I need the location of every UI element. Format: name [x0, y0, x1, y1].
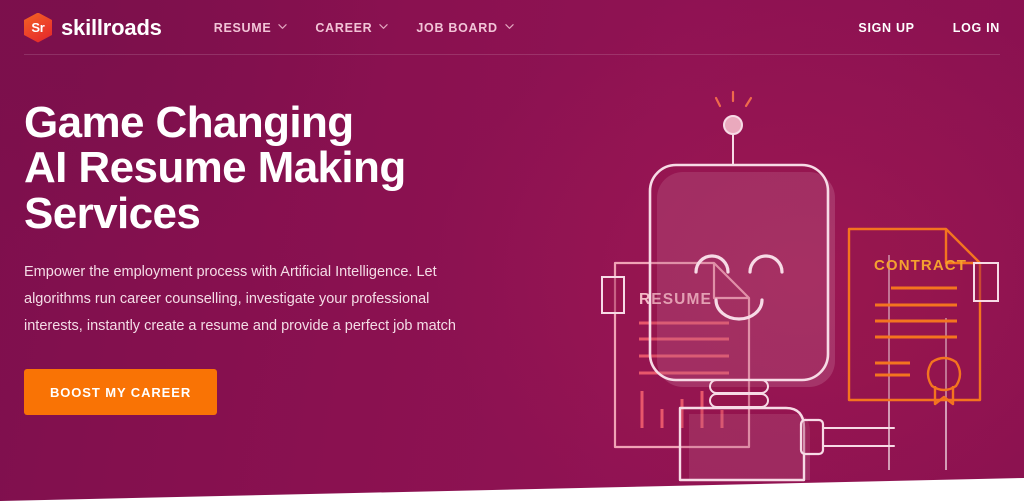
nav-item-resume[interactable]: RESUME [214, 21, 288, 35]
hexagon-logo-icon: Sr [24, 12, 52, 43]
chevron-down-icon [278, 22, 288, 31]
site-header: Sr skillroads RESUME CAREER JOB BOARD SI… [0, 0, 1024, 55]
chevron-down-icon [505, 22, 514, 31]
nav-item-label: RESUME [213, 20, 272, 35]
header-actions: SIGN UP LOG IN [858, 21, 1000, 35]
contract-document-icon: CONTRACT [847, 227, 999, 406]
sign-up-link[interactable]: SIGN UP [858, 21, 914, 35]
chevron-down-icon [379, 22, 389, 31]
boost-my-career-button[interactable]: BOOST MY CAREER [24, 369, 218, 416]
bottom-white-wedge [0, 455, 1024, 501]
nav-item-label: JOB BOARD [416, 20, 498, 35]
nav-item-label: CAREER [315, 20, 373, 35]
page-title: Game Changing AI Resume Making Services [24, 98, 406, 238]
brand-mark-text: Sr [31, 20, 45, 35]
log-in-link[interactable]: LOG IN [953, 21, 1000, 35]
nav-item-job-board[interactable]: JOB BOARD [416, 20, 514, 35]
svg-text:CONTRACT: CONTRACT [874, 257, 967, 274]
hero-subtitle: Empower the employment process with Arti… [24, 263, 456, 334]
hero-page: RESUME [0, 0, 1024, 501]
main-nav: RESUME CAREER JOB BOARD [214, 21, 514, 35]
hero-illustration: RESUME [594, 0, 1024, 501]
brand-logo[interactable]: Sr skillroads [24, 12, 162, 43]
nav-item-career[interactable]: CAREER [315, 20, 389, 35]
brand-name: skillroads [61, 14, 162, 40]
antenna-bulb-icon [714, 90, 753, 108]
hero-content: Game Changing AI Resume Making Services … [24, 98, 524, 416]
